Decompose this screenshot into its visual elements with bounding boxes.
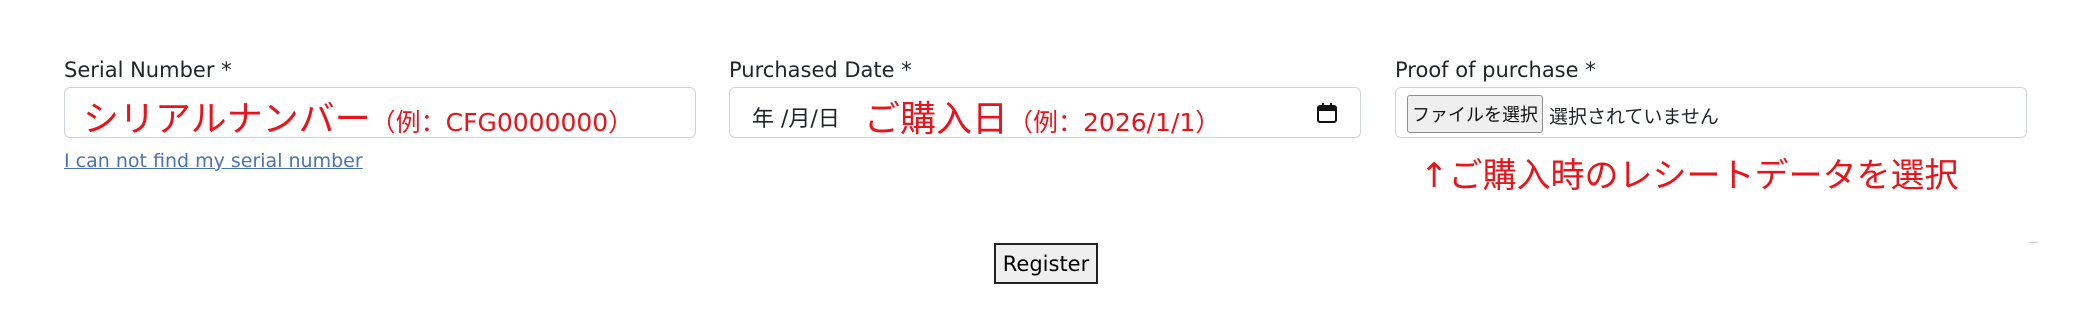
purchased-date-annotation: ご購入日（例：2026/1/1） bbox=[864, 90, 1220, 142]
register-button[interactable]: Register bbox=[994, 243, 1098, 284]
file-status-text: 選択されていません bbox=[1549, 106, 1719, 128]
date-placeholder: 年 /月/日 bbox=[752, 107, 840, 132]
proof-annotation: ↑ご購入時のレシートデータを選択 bbox=[1420, 156, 1959, 196]
decorative-mark bbox=[2030, 242, 2038, 243]
calendar-icon[interactable] bbox=[1316, 102, 1338, 124]
serial-number-annotation: シリアルナンバー（例：CFG0000000） bbox=[83, 90, 633, 142]
serial-annotation-main: シリアルナンバー bbox=[83, 99, 371, 140]
date-annotation-example: （例：2026/1/1） bbox=[1008, 108, 1221, 137]
serial-annotation-example: （例：CFG0000000） bbox=[370, 108, 634, 137]
proof-of-purchase-label: Proof of purchase * bbox=[1395, 58, 1596, 82]
purchased-date-label: Purchased Date * bbox=[729, 58, 912, 82]
serial-help-link[interactable]: I can not find my serial number bbox=[64, 150, 363, 172]
serial-number-label: Serial Number * bbox=[64, 58, 232, 82]
date-annotation-main: ご購入日 bbox=[864, 99, 1009, 140]
choose-file-button[interactable]: ファイルを選択 bbox=[1407, 95, 1543, 133]
